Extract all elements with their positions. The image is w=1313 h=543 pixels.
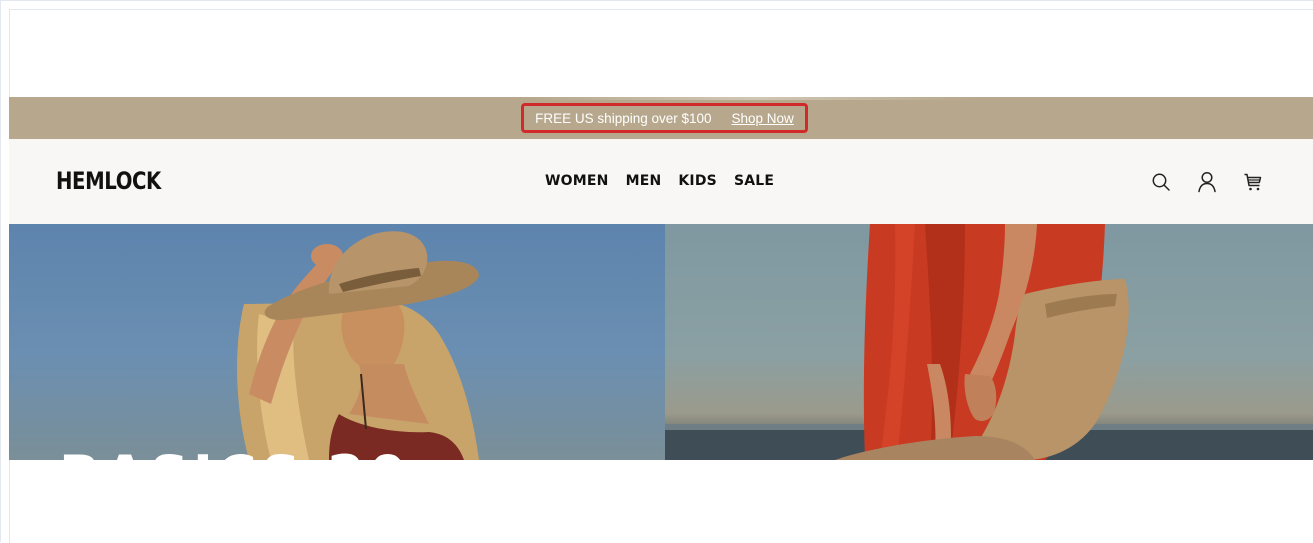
- nav-item-sale[interactable]: SALE: [734, 173, 774, 189]
- account-icon: [1198, 171, 1216, 193]
- hero-image-left[interactable]: BASICS 20: [9, 224, 665, 460]
- site-logo[interactable]: HEMLOCK: [56, 167, 161, 195]
- shop-now-link[interactable]: Shop Now: [732, 111, 794, 126]
- frame-divider-top: [9, 9, 1313, 10]
- nav-item-kids[interactable]: KIDS: [678, 173, 717, 189]
- announcement-sheen: [529, 97, 979, 100]
- cart-button[interactable]: [1240, 169, 1266, 195]
- announcement-text: FREE US shipping over $100: [535, 110, 712, 126]
- header-actions: [1148, 169, 1266, 195]
- nav-item-men[interactable]: MEN: [626, 173, 662, 189]
- search-button[interactable]: [1148, 169, 1174, 195]
- cart-icon: [1244, 173, 1262, 191]
- hero-image-right[interactable]: [665, 224, 1313, 460]
- nav-item-women[interactable]: WOMEN: [545, 173, 609, 189]
- hero-headline: BASICS 20: [59, 444, 410, 460]
- search-icon: [1152, 173, 1170, 191]
- site-header: HEMLOCK WOMEN MEN KIDS SALE: [9, 139, 1313, 224]
- hero-photo-red-dress: [665, 224, 1313, 460]
- announcement-highlight: FREE US shipping over $100 Shop Now: [521, 103, 808, 133]
- account-button[interactable]: [1194, 169, 1220, 195]
- hero-photo-woman-hat: [237, 231, 479, 460]
- main-nav: WOMEN MEN KIDS SALE: [545, 173, 774, 189]
